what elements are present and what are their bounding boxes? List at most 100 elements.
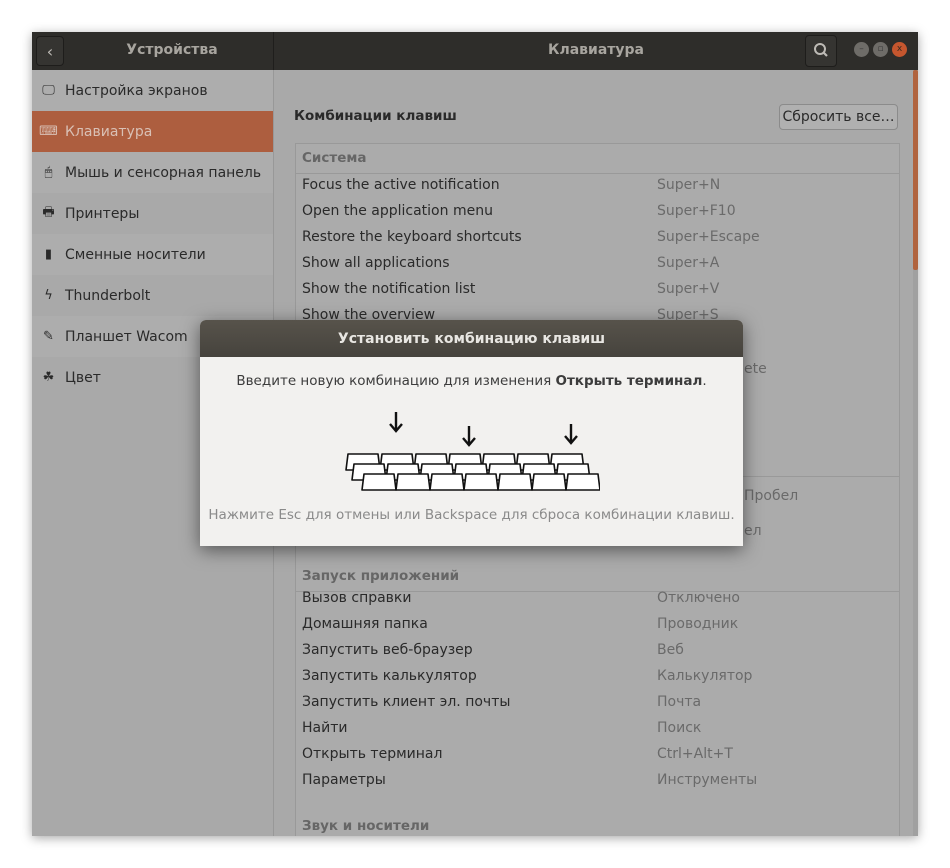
shortcut-name: Focus the active notification (302, 177, 500, 193)
group-header: Звук и носители (302, 818, 430, 834)
shortcut-name: Домашняя папка (302, 616, 428, 632)
close-button[interactable]: x (892, 42, 907, 57)
shortcut-row[interactable]: Open the application menu Super+F10 (302, 203, 892, 219)
shortcuts-title: Комбинации клавиш (294, 108, 457, 124)
shortcut-row[interactable]: Focus the active notification Super+N (302, 177, 892, 193)
sidebar-item-label: Настройка экранов (65, 82, 208, 99)
arrow-down-icon (462, 426, 476, 447)
scrollbar-thumb[interactable] (913, 70, 918, 270)
maximize-button[interactable]: ▫ (873, 42, 888, 57)
keyboard-icon: ⌨ (39, 124, 58, 139)
shortcut-row[interactable]: Запустить веб-браузер Веб (302, 642, 892, 658)
sidebar-title: Устройства (126, 42, 218, 58)
shortcut-row[interactable]: Restore the keyboard shortcuts Super+Esca… (302, 229, 892, 245)
shortcut-value: Калькулятор (657, 668, 753, 684)
shortcut-row[interactable]: Запустить калькулятор Калькулятор (302, 668, 892, 684)
header-bar: ‹ Устройства Клавиатура – ▫ x (32, 32, 918, 70)
thunderbolt-icon: ϟ (44, 288, 53, 303)
shortcut-row[interactable]: Параметры Инструменты (302, 772, 892, 788)
mouse-icon: 🖱 (44, 165, 53, 180)
sidebar-item-thunderbolt[interactable]: ϟ Thunderbolt (32, 275, 273, 316)
sidebar-item-label: Планшет Wacom (65, 328, 188, 345)
key-shape (463, 473, 499, 491)
message-action: Открыть терминал (555, 373, 703, 389)
reset-all-button[interactable]: Сбросить все… (779, 104, 898, 130)
sidebar-item-label: Сменные носители (65, 246, 206, 263)
key-shape (395, 473, 431, 491)
group-header: Система (302, 150, 367, 166)
shortcut-value-fragment: Пробел (744, 488, 799, 504)
shortcut-name: Show all applications (302, 255, 450, 271)
search-icon (814, 43, 828, 57)
minimize-button[interactable]: – (854, 42, 869, 57)
shortcut-name: Show the notification list (302, 281, 476, 297)
dialog-hint: Нажмите Esc для отмены или Backspace для… (208, 507, 735, 523)
shortcut-row[interactable]: Открыть терминал Ctrl+Alt+T (302, 746, 892, 762)
maximize-icon: ▫ (877, 44, 884, 54)
shortcut-value-fragment: ete (744, 361, 767, 377)
shortcut-value: Проводник (657, 616, 739, 632)
group-header: Запуск приложений (302, 568, 460, 584)
sidebar-item-label: Мышь и сенсорная панель (65, 164, 262, 181)
shortcut-name: Restore the keyboard shortcuts (302, 229, 522, 245)
arrow-down-icon (564, 424, 578, 445)
shortcut-value: Веб (657, 642, 684, 658)
key-shape (429, 473, 465, 491)
sidebar-item-mouse[interactable]: 🖱 Мышь и сенсорная панель (32, 152, 273, 193)
dialog-title: Установить комбинацию клавиш (200, 320, 743, 357)
shortcut-value: Отключено (657, 590, 740, 606)
printer-icon: 🖶 (42, 204, 55, 220)
sidebar-item-display[interactable]: 🖵 Настройка экранов (32, 70, 273, 111)
sidebar-item-label: Цвет (65, 369, 101, 386)
sidebar-item-printer[interactable]: 🖶 Принтеры (32, 193, 273, 234)
arrow-down-icon (389, 412, 403, 433)
divider (296, 173, 899, 174)
sidebar-item-keyboard[interactable]: ⌨ Клавиатура (32, 111, 273, 152)
search-button[interactable] (805, 35, 837, 67)
shortcut-name: Вызов справки (302, 590, 412, 606)
color-icon: ☘ (42, 370, 55, 385)
key-shape (531, 473, 567, 491)
key-shape (497, 473, 533, 491)
tablet-icon: ✎ (43, 329, 54, 344)
message-prefix: Введите новую комбинацию для изменения (236, 373, 556, 389)
shortcut-value: Super+V (657, 281, 720, 297)
keyboard-illustration-icon (345, 412, 600, 491)
minimize-icon: – (859, 44, 864, 54)
shortcut-name: Запустить калькулятор (302, 668, 477, 684)
shortcut-value: Инструменты (657, 772, 758, 788)
usb-drive-icon: ▮ (44, 247, 53, 262)
shortcut-row[interactable]: Домашняя папка Проводник (302, 616, 892, 632)
shortcut-value-fragment: ел (744, 523, 762, 539)
close-icon: x (896, 44, 903, 54)
shortcut-name: Найти (302, 720, 348, 736)
sidebar-item-usb-drive[interactable]: ▮ Сменные носители (32, 234, 273, 275)
sidebar-item-label: Thunderbolt (65, 287, 151, 304)
chevron-left-icon: ‹ (46, 42, 54, 61)
shortcut-value: Super+N (657, 177, 721, 193)
shortcut-name: Открыть терминал (302, 746, 443, 762)
shortcut-row[interactable]: Show the notification list Super+V (302, 281, 892, 297)
key-shape (565, 473, 600, 491)
shortcut-name: Open the application menu (302, 203, 493, 219)
dialog-message: Введите новую комбинацию для изменения О… (200, 373, 743, 389)
shortcut-value: Ctrl+Alt+T (657, 746, 733, 762)
shortcut-name: Запустить клиент эл. почты (302, 694, 511, 710)
set-shortcut-dialog: Установить комбинацию клавиш Введите нов… (200, 320, 743, 546)
sidebar-item-label: Принтеры (65, 205, 140, 222)
shortcut-value: Super+Escape (657, 229, 760, 245)
shortcut-name: Параметры (302, 772, 386, 788)
shortcut-value: Почта (657, 694, 702, 710)
display-icon: 🖵 (42, 83, 55, 98)
shortcut-name: Запустить веб-браузер (302, 642, 473, 658)
shortcut-row[interactable]: Show all applications Super+A (302, 255, 892, 271)
shortcut-row[interactable]: Вызов справки Отключено (302, 590, 892, 606)
shortcut-row[interactable]: Запустить клиент эл. почты Почта (302, 694, 892, 710)
shortcut-value: Super+F10 (657, 203, 736, 219)
key-shape (361, 473, 397, 491)
shortcut-row[interactable]: Найти Поиск (302, 720, 892, 736)
shortcut-value: Super+A (657, 255, 720, 271)
back-button[interactable]: ‹ (36, 36, 64, 66)
message-suffix: . (702, 373, 707, 389)
sidebar-item-label: Клавиатура (65, 123, 153, 140)
